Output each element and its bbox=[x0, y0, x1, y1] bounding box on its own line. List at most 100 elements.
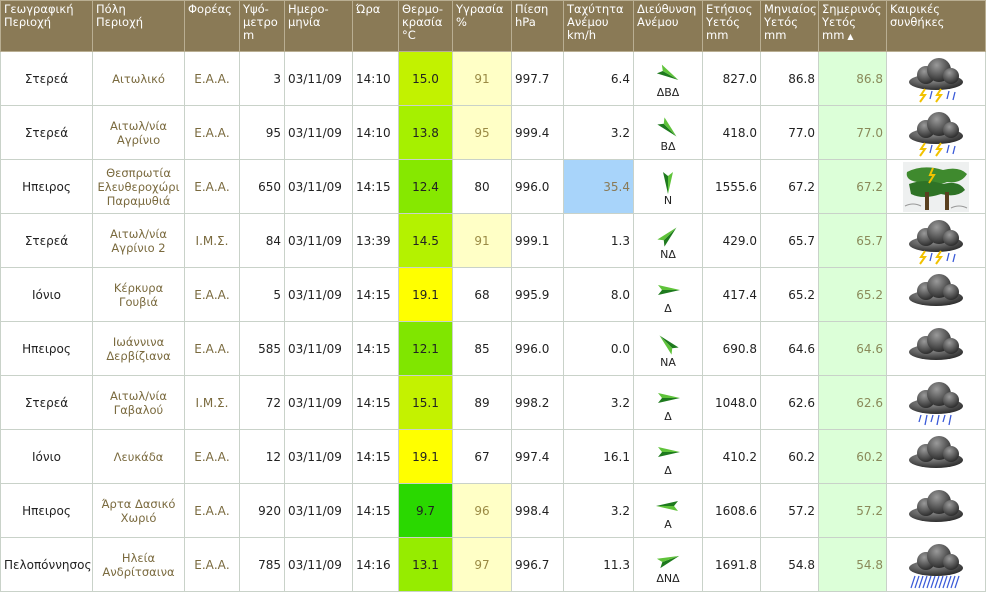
humidity-cell: 80 bbox=[452, 159, 512, 214]
table-row[interactable]: Ηπειρος Ιωάννινα Δερβίζιανα Ε.Α.Α. 585 03/11… bbox=[0, 321, 986, 376]
time-cell: 14:15 bbox=[352, 159, 399, 214]
column-header-temperature[interactable]: Θερμο-κρασία °C bbox=[398, 0, 453, 52]
table-row[interactable]: Ηπειρος Άρτα Δασικό Χωριό Ε.Α.Α. 920 03/11/0… bbox=[0, 483, 986, 538]
temperature-cell: 15.1 bbox=[398, 375, 453, 430]
table-row[interactable]: Στερεά Αιτωλ/νία Αγρίνιο 2 Ι.Μ.Σ. 84 03/11/0… bbox=[0, 213, 986, 268]
humidity-cell: 68 bbox=[452, 267, 512, 322]
conditions-cell bbox=[886, 483, 986, 538]
conditions-cell bbox=[886, 429, 986, 484]
table-row[interactable]: Πελοπόννησος Ηλεία Ανδρίτσαινα Ε.Α.Α. 785 03… bbox=[0, 537, 986, 592]
time-cell: 14:10 bbox=[352, 51, 399, 106]
wind-arrow-icon bbox=[635, 277, 702, 303]
altitude-cell: 3 bbox=[239, 51, 285, 106]
table-row[interactable]: Ηπειρος Θεσπρωτία Ελευθεροχώρι Παραμυθιά Ε… bbox=[0, 159, 986, 214]
time-cell: 14:15 bbox=[352, 483, 399, 538]
column-header-humidity[interactable]: Υγρασία% bbox=[452, 0, 512, 52]
humidity-cell: 96 bbox=[452, 483, 512, 538]
column-header-conditions[interactable]: Καιρικές συνθήκες bbox=[886, 0, 986, 52]
today-rain-cell: 86.8 bbox=[818, 51, 887, 106]
monthly-rain-cell: 67.2 bbox=[760, 159, 819, 214]
header-text-line: Ανέμου bbox=[637, 15, 679, 29]
altitude-cell: 84 bbox=[239, 213, 285, 268]
header-text-line: % bbox=[456, 15, 467, 29]
time-cell: 14:10 bbox=[352, 105, 399, 160]
conditions-cell bbox=[886, 159, 986, 214]
temperature-cell: 12.1 bbox=[398, 321, 453, 376]
column-header-yearly-rain[interactable]: Ετήσιος Υετός mm bbox=[702, 0, 761, 52]
time-cell: 13:39 bbox=[352, 213, 399, 268]
temperature-cell: 13.1 bbox=[398, 537, 453, 592]
wind-direction-label: Δ bbox=[664, 301, 672, 315]
agency-cell: Ε.Α.Α. bbox=[184, 321, 240, 376]
column-header-time[interactable]: Ώρα bbox=[352, 0, 399, 52]
monthly-rain-cell: 64.6 bbox=[760, 321, 819, 376]
column-header-today-rain[interactable]: Σημερινός Υετός mm ▲ bbox=[818, 0, 887, 52]
region-cell: Ηπειρος bbox=[0, 321, 93, 376]
region-cell: Στερεά bbox=[0, 51, 93, 106]
wind-arrow-icon bbox=[635, 169, 702, 195]
header-text-line: συνθήκες bbox=[890, 15, 945, 29]
altitude-cell: 920 bbox=[239, 483, 285, 538]
yearly-rain-cell: 417.4 bbox=[702, 267, 761, 322]
monthly-rain-cell: 86.8 bbox=[760, 51, 819, 106]
date-cell: 03/11/09 bbox=[284, 51, 353, 106]
table-body: Στερεά Αιτωλικό Ε.Α.Α. 3 03/11/09 14:10 15.0 91… bbox=[0, 51, 986, 592]
monthly-rain-cell: 65.7 bbox=[760, 213, 819, 268]
header-text-line: km/h bbox=[567, 28, 597, 42]
monthly-rain-cell: 62.6 bbox=[760, 375, 819, 430]
table-row[interactable]: Ιόνιο Κέρκυρα Γουβιά Ε.Α.Α. 5 03/11/09 14:15 1… bbox=[0, 267, 986, 322]
altitude-cell: 785 bbox=[239, 537, 285, 592]
today-rain-cell: 65.7 bbox=[818, 213, 887, 268]
altitude-cell: 650 bbox=[239, 159, 285, 214]
header-row: Γεωγραφική Περιοχή Πόλη Περιοχή Φορέας Υψό-με… bbox=[0, 0, 986, 52]
wind-direction-cell: ΔΒΔ bbox=[633, 51, 703, 106]
city-cell: Αιτωλ/νία Αγρίνιο bbox=[92, 105, 185, 160]
column-header-agency[interactable]: Φορέας bbox=[184, 0, 240, 52]
cloud-icon bbox=[888, 487, 985, 535]
column-header-region[interactable]: Γεωγραφική Περιοχή bbox=[0, 0, 93, 52]
region-cell: Ηπειρος bbox=[0, 483, 93, 538]
column-header-date[interactable]: Ημερο-μηνία bbox=[284, 0, 353, 52]
yearly-rain-cell: 429.0 bbox=[702, 213, 761, 268]
thunderstorm-icon bbox=[888, 217, 985, 265]
wind-direction-label: Α bbox=[664, 517, 672, 531]
city-cell: Κέρκυρα Γουβιά bbox=[92, 267, 185, 322]
header-text-line: hPa bbox=[515, 15, 536, 29]
pressure-cell: 998.2 bbox=[511, 375, 564, 430]
column-header-monthly-rain[interactable]: Μηνιαίος Υετός mm bbox=[760, 0, 819, 52]
column-header-city[interactable]: Πόλη Περιοχή bbox=[92, 0, 185, 52]
today-rain-cell: 54.8 bbox=[818, 537, 887, 592]
table-row[interactable]: Στερεά Αιτωλ/νία Γαβαλού Ι.Μ.Σ. 72 03/11/09 1… bbox=[0, 375, 986, 430]
header-text-line: Φορέας bbox=[188, 2, 232, 16]
city-cell: Άρτα Δασικό Χωριό bbox=[92, 483, 185, 538]
column-header-wind-direction[interactable]: Διεύθυνση Ανέμου bbox=[633, 0, 703, 52]
wind-direction-cell: ΒΔ bbox=[633, 105, 703, 160]
humidity-cell: 85 bbox=[452, 321, 512, 376]
column-header-wind-speed[interactable]: Ταχύτητα Ανέμου km/h bbox=[563, 0, 634, 52]
header-text-line: m bbox=[243, 28, 255, 42]
agency-cell: Ε.Α.Α. bbox=[184, 483, 240, 538]
wind-direction-label: Δ bbox=[664, 409, 672, 423]
wind-direction-cell: ΔΝΔ bbox=[633, 537, 703, 592]
monthly-rain-cell: 54.8 bbox=[760, 537, 819, 592]
wind-speed-cell: 8.0 bbox=[563, 267, 634, 322]
table-row[interactable]: Στερεά Αιτωλικό Ε.Α.Α. 3 03/11/09 14:10 15.0 91… bbox=[0, 51, 986, 106]
table-row[interactable]: Στερεά Αιτωλ/νία Αγρίνιο Ε.Α.Α. 95 03/11/09 1… bbox=[0, 105, 986, 160]
wind-speed-cell: 3.2 bbox=[563, 375, 634, 430]
region-cell: Στερεά bbox=[0, 105, 93, 160]
column-header-altitude[interactable]: Υψό-μετρο m bbox=[239, 0, 285, 52]
heavy-rain-icon bbox=[888, 541, 985, 589]
wind-direction-label: ΔΒΔ bbox=[656, 85, 680, 99]
region-cell: Στερεά bbox=[0, 375, 93, 430]
header-text-line: Περιοχή bbox=[4, 15, 52, 29]
humidity-cell: 91 bbox=[452, 213, 512, 268]
column-header-pressure[interactable]: Πίεση hPa bbox=[511, 0, 564, 52]
table-row[interactable]: Ιόνιο Λευκάδα Ε.Α.Α. 12 03/11/09 14:15 19.1 67 9… bbox=[0, 429, 986, 484]
agency-cell: Ε.Α.Α. bbox=[184, 537, 240, 592]
today-rain-cell: 64.6 bbox=[818, 321, 887, 376]
thunderstorm-icon bbox=[888, 55, 985, 103]
yearly-rain-cell: 690.8 bbox=[702, 321, 761, 376]
wind-direction-cell: ΝΑ bbox=[633, 321, 703, 376]
humidity-cell: 91 bbox=[452, 51, 512, 106]
temperature-cell: 14.5 bbox=[398, 213, 453, 268]
